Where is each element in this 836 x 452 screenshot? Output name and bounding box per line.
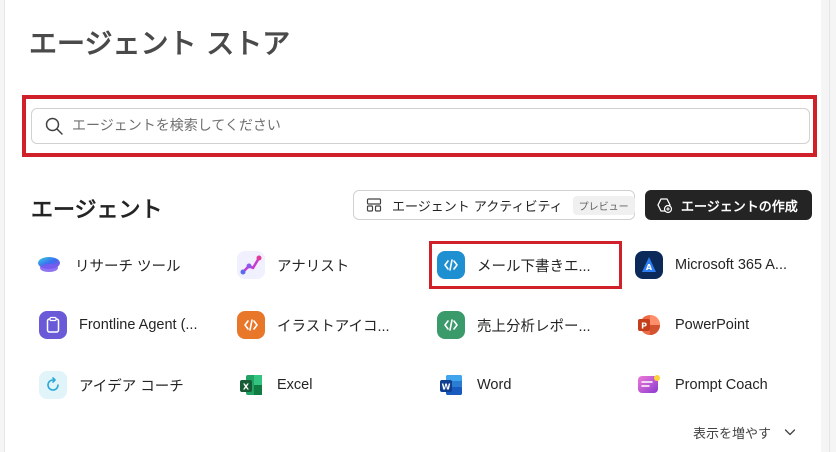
agent-item-label: 売上分析レポー... (477, 318, 591, 335)
preview-badge: プレビュー (572, 195, 635, 215)
code-agent-icon (437, 311, 465, 339)
agent-item-illustration-icon[interactable]: イラストアイコ... (237, 305, 390, 345)
analyst-icon (237, 251, 265, 279)
agent-item-label: アナリスト (277, 258, 350, 275)
show-more-button[interactable]: 表示を増やす (693, 422, 797, 442)
agent-item-microsoft-365[interactable]: A Microsoft 365 A... (635, 245, 787, 285)
agent-item-word[interactable]: W Word (437, 365, 511, 405)
excel-icon: X (237, 371, 265, 399)
activity-icon (366, 198, 382, 212)
agent-item-sales-report[interactable]: 売上分析レポー... (437, 305, 591, 345)
page-title: エージェント ストア (29, 27, 291, 60)
svg-text:A: A (646, 263, 653, 272)
agent-store-panel: エージェント ストア エージェント エージェント アクティビティ プレビュー エ… (4, 0, 830, 452)
agents-section-title: エージェント (31, 198, 163, 223)
agent-activity-button[interactable]: エージェント アクティビティ プレビュー (353, 190, 635, 220)
clipboard-icon (39, 311, 67, 339)
chevron-down-icon (784, 429, 796, 436)
agent-item-prompt-coach[interactable]: Prompt Coach (635, 365, 768, 405)
agent-item-research-tool[interactable]: リサーチ ツール (35, 245, 181, 285)
svg-text:X: X (243, 383, 250, 392)
copilot-icon: A (635, 251, 663, 279)
agent-item-label: Microsoft 365 A... (675, 257, 788, 273)
prompt-coach-icon (635, 371, 663, 399)
researcher-icon (35, 251, 63, 279)
agent-item-label: リサーチ ツール (75, 258, 181, 275)
scrollbar[interactable] (821, 0, 829, 452)
agent-item-idea-coach[interactable]: アイデア コーチ (39, 365, 184, 405)
agent-item-label: Prompt Coach (675, 377, 768, 393)
search-input[interactable] (72, 111, 809, 141)
agent-item-label: メール下書きエ... (477, 258, 591, 275)
agent-activity-label: エージェント アクティビティ (392, 199, 563, 215)
agent-item-analyst[interactable]: アナリスト (237, 245, 349, 285)
create-agent-icon (657, 198, 673, 214)
agent-item-mail-draft[interactable]: メール下書きエ... (437, 245, 591, 285)
agent-item-powerpoint[interactable]: P PowerPoint (635, 305, 749, 345)
search-icon (45, 117, 63, 135)
agent-item-frontline[interactable]: Frontline Agent (... (39, 305, 197, 345)
idea-coach-icon (39, 371, 67, 399)
agent-item-label: Word (477, 377, 512, 393)
search-box[interactable] (31, 108, 810, 144)
svg-text:W: W (442, 383, 451, 392)
create-agent-button[interactable]: エージェントの作成 (645, 190, 812, 220)
code-agent-icon (437, 251, 465, 279)
agent-item-label: PowerPoint (675, 317, 750, 333)
create-agent-label: エージェントの作成 (681, 199, 798, 215)
code-agent-icon (237, 311, 265, 339)
agent-item-label: アイデア コーチ (79, 378, 184, 395)
svg-text:P: P (641, 322, 647, 331)
agent-item-excel[interactable]: X Excel (237, 365, 312, 405)
show-more-label: 表示を増やす (693, 426, 772, 442)
agent-item-label: Frontline Agent (... (79, 317, 198, 333)
agent-item-label: イラストアイコ... (277, 318, 390, 335)
agent-item-label: Excel (277, 377, 313, 393)
powerpoint-icon: P (635, 311, 663, 339)
word-icon: W (437, 371, 465, 399)
